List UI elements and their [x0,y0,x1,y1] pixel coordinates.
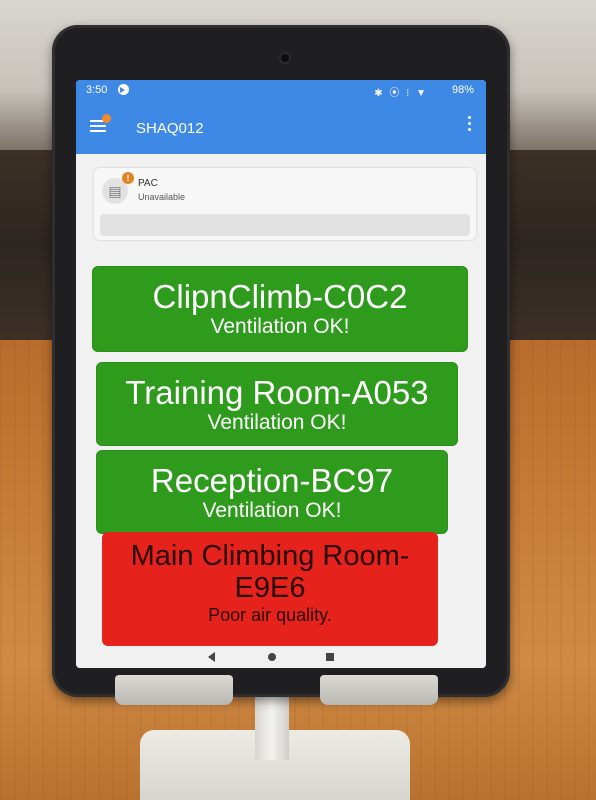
status-time: 3:50 [86,84,108,96]
back-icon[interactable] [208,652,215,662]
stand-clip-left [115,675,233,705]
room-tile[interactable]: ClipnClimb-C0C2 Ventilation OK! [92,266,468,352]
room-name: Main Climbing Room-E9E6 [130,540,410,604]
warning-badge-icon: ! [122,172,134,184]
stand-neck [255,690,289,760]
system-navigation-bar [76,646,486,668]
stand-clip-right [320,675,438,705]
room-status: Poor air quality. [208,605,332,625]
room-name: ClipnClimb-C0C2 [152,278,408,315]
front-camera [281,54,289,62]
room-status: Ventilation OK! [202,499,342,522]
room-name: Training Room-A053 [125,374,429,411]
overflow-menu-icon[interactable] [468,116,472,134]
home-icon[interactable] [268,653,276,661]
room-tile[interactable]: Training Room-A053 Ventilation OK! [96,362,458,446]
room-name: Reception-BC97 [150,462,394,499]
pac-name: PAC [138,178,158,189]
battery-level: 98% [451,84,474,96]
tablet-screen: 3:50 ✱ ⦿ ⁝ ▼ 98% SHAQ012 ▤ ! PAC Unavail… [76,80,486,668]
recents-icon[interactable] [326,653,334,661]
navigation-icon [118,84,129,95]
pac-status: Unavailable [138,192,186,202]
room-tile-alert[interactable]: Main Climbing Room-E9E6 Poor air quality… [102,532,438,646]
app-title: SHAQ012 [136,120,204,137]
room-status: Ventilation OK! [210,315,350,338]
app-bar: SHAQ012 [76,102,486,154]
pac-placeholder-bar [100,214,470,236]
status-bar: 3:50 ✱ ⦿ ⁝ ▼ 98% [76,80,486,102]
pac-card[interactable]: ▤ ! PAC Unavailable [94,168,476,240]
room-status: Ventilation OK! [207,411,347,434]
status-icons: ✱ ⦿ ⁝ ▼ [374,88,428,99]
room-tile[interactable]: Reception-BC97 Ventilation OK! [96,450,448,534]
notification-dot-icon [102,114,111,123]
